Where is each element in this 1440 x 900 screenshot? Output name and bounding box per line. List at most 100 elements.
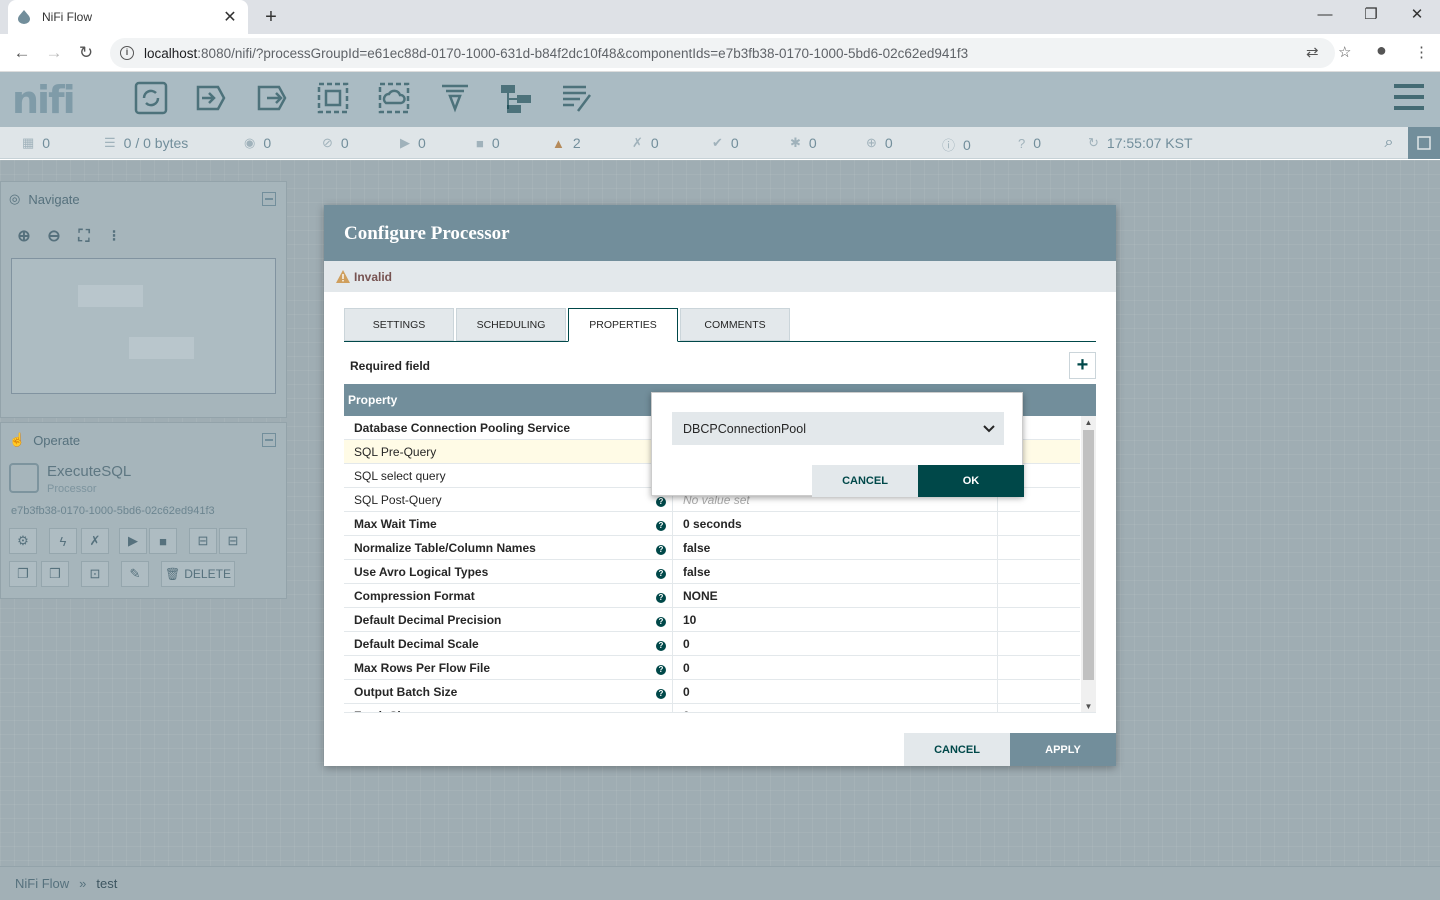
upload-template-icon[interactable]: ⊟ [219, 528, 247, 554]
help-icon[interactable]: ? [650, 541, 672, 555]
new-tab-button[interactable]: + [260, 6, 282, 28]
stale-status: ⊕ 0 [866, 135, 893, 151]
bookmark-star-icon[interactable]: ☆ [1338, 43, 1351, 61]
zoom-in-icon[interactable]: ⊕ [13, 226, 35, 248]
property-value[interactable]: 0 [672, 703, 998, 712]
browser-tab[interactable]: NiFi Flow ✕ [8, 0, 248, 34]
chevron-down-icon[interactable] [982, 421, 996, 435]
help-icon[interactable]: ? [650, 565, 672, 579]
property-name: Compression Format [354, 588, 475, 603]
help-icon[interactable]: ? [650, 613, 672, 627]
disable-icon[interactable]: ✗ [81, 528, 109, 554]
property-value[interactable]: 10 [672, 607, 998, 632]
reload-button[interactable]: ↻ [74, 41, 98, 65]
help-icon[interactable]: ? [650, 637, 672, 651]
funnel-tool-icon[interactable] [437, 80, 473, 116]
back-button[interactable]: ← [10, 41, 34, 65]
bulletin-board-icon[interactable] [1408, 127, 1440, 159]
breadcrumb-current[interactable]: test [96, 876, 117, 891]
help-icon[interactable]: ? [650, 589, 672, 603]
editor-cancel-button[interactable]: CANCEL [812, 465, 918, 497]
label-tool-icon[interactable] [559, 80, 595, 116]
fit-icon[interactable]: ⛶ [73, 226, 95, 248]
copy-icon[interactable]: ❐ [9, 561, 37, 587]
dialog-tabs: SETTINGS SCHEDULING PROPERTIES COMMENTS [344, 308, 1096, 342]
table-row[interactable]: Fetch Size?0 [344, 703, 1080, 713]
template-tool-icon[interactable] [498, 80, 534, 116]
site-info-icon[interactable]: i [120, 46, 134, 60]
property-value[interactable]: 0 [672, 631, 998, 656]
tab-settings[interactable]: SETTINGS [344, 308, 454, 341]
required-field-legend: Required field [350, 359, 431, 373]
table-row[interactable]: Max Wait Time? 0 seconds [344, 511, 1080, 536]
group-icon[interactable]: ⊡ [81, 561, 109, 587]
output-port-tool-icon[interactable] [254, 80, 290, 116]
remote-process-group-tool-icon[interactable] [376, 80, 412, 116]
cancel-button[interactable]: CANCEL [904, 733, 1010, 766]
collapse-navigate-button[interactable] [262, 192, 276, 206]
process-group-tool-icon[interactable] [315, 80, 351, 116]
controller-service-select[interactable]: DBCPConnectionPool [672, 412, 1004, 445]
delete-button[interactable]: 🗑 DELETE [161, 561, 235, 587]
actual-size-icon[interactable]: ⁝ [103, 226, 125, 248]
tab-properties[interactable]: PROPERTIES [568, 308, 678, 342]
tab-comments[interactable]: COMMENTS [680, 308, 790, 341]
property-value[interactable]: 0 [672, 655, 998, 680]
table-row[interactable]: Output Batch Size? 0 [344, 679, 1080, 704]
enable-lightning-icon[interactable]: ϟ [49, 528, 77, 554]
table-row[interactable]: Default Decimal Scale? 0 [344, 631, 1080, 656]
url-input[interactable]: i localhost:8080/nifi/?processGroupId=e6… [110, 38, 1335, 68]
global-menu-button[interactable] [1394, 84, 1424, 110]
refresh-icon[interactable]: ↻ [1088, 135, 1099, 151]
close-window-button[interactable]: ✕ [1402, 4, 1432, 26]
table-row[interactable]: Normalize Table/Column Names? false [344, 535, 1080, 560]
paste-icon[interactable]: ❒ [41, 561, 69, 587]
help-icon[interactable]: ? [650, 709, 672, 713]
minimize-window-button[interactable]: — [1310, 4, 1340, 26]
configure-gear-icon[interactable]: ⚙ [9, 528, 37, 554]
property-value[interactable]: false [672, 559, 998, 584]
table-row[interactable]: Default Decimal Precision? 10 [344, 607, 1080, 632]
create-template-icon[interactable]: ⊟ [189, 528, 217, 554]
processor-tool-icon[interactable] [133, 80, 169, 116]
scroll-up-icon[interactable]: ▲ [1081, 418, 1096, 427]
property-value[interactable]: 0 [672, 679, 998, 704]
browser-tab-title: NiFi Flow [42, 10, 92, 24]
add-property-button[interactable]: + [1069, 352, 1096, 379]
property-name: SQL Pre-Query [354, 444, 437, 459]
properties-scrollbar[interactable]: ▲ ▼ [1081, 416, 1096, 712]
property-value[interactable]: 0 seconds [672, 511, 998, 536]
translate-icon[interactable]: ⇄ [1306, 43, 1319, 61]
property-value[interactable]: NONE [672, 583, 998, 608]
restore-window-button[interactable]: ❐ [1356, 4, 1386, 26]
input-port-tool-icon[interactable] [193, 80, 229, 116]
editor-ok-button[interactable]: OK [918, 465, 1024, 497]
table-row[interactable]: Use Avro Logical Types? false [344, 559, 1080, 584]
scrollbar-thumb[interactable] [1083, 430, 1094, 680]
property-value[interactable]: false [672, 535, 998, 560]
breadcrumb-root-link[interactable]: NiFi Flow [15, 876, 69, 891]
refresh-status[interactable]: ↻ 17:55:07 KST [1088, 135, 1193, 151]
search-icon[interactable]: ⌕ [1372, 127, 1406, 159]
color-brush-icon[interactable]: ✎ [121, 561, 149, 587]
start-play-icon[interactable]: ▶ [119, 528, 147, 554]
birdseye-view[interactable] [11, 258, 276, 394]
table-row[interactable]: Compression Format? NONE [344, 583, 1080, 608]
help-icon[interactable]: ? [650, 517, 672, 531]
forward-button[interactable]: → [42, 41, 66, 65]
profile-icon[interactable]: ● [1376, 40, 1387, 61]
help-icon[interactable]: ? [650, 685, 672, 699]
tab-scheduling[interactable]: SCHEDULING [456, 308, 566, 341]
close-tab-icon[interactable]: ✕ [222, 7, 238, 27]
component-name: ExecuteSQL [47, 463, 132, 480]
navigate-panel-title: Navigate [28, 191, 80, 207]
table-row[interactable]: Max Rows Per Flow File? 0 [344, 655, 1080, 680]
apply-button[interactable]: APPLY [1010, 733, 1116, 766]
stop-icon[interactable]: ■ [149, 528, 177, 554]
help-icon[interactable]: ? [650, 661, 672, 675]
collapse-operate-button[interactable] [262, 433, 276, 447]
zoom-out-icon[interactable]: ⊖ [43, 226, 65, 248]
scroll-down-icon[interactable]: ▼ [1081, 702, 1096, 711]
compass-icon: ◎ [9, 191, 21, 206]
browser-menu-icon[interactable]: ⋮ [1414, 43, 1429, 61]
